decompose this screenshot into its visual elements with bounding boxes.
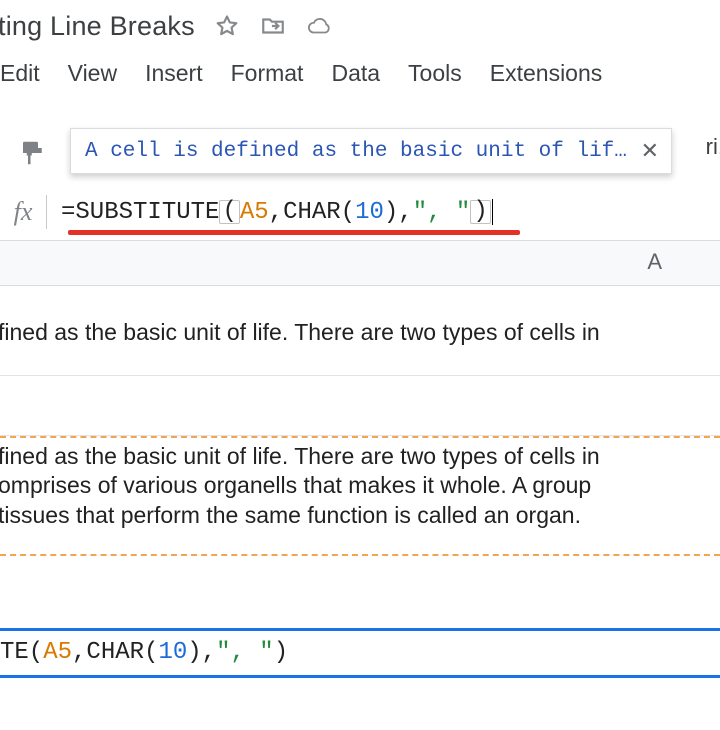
menu-tools[interactable]: Tools: [408, 60, 462, 87]
menu-data[interactable]: Data: [331, 60, 380, 87]
paint-format-icon[interactable]: [18, 138, 50, 170]
fx-label: fx: [0, 197, 46, 227]
cell-a2[interactable]: [0, 376, 720, 436]
preview-text: A cell is defined as the basic unit of l…: [85, 140, 641, 163]
toolbar-overflow-text: ri.: [706, 134, 720, 160]
menu-insert[interactable]: Insert: [145, 60, 203, 87]
menu-view[interactable]: View: [68, 60, 117, 87]
formula-bar: fx =SUBSTITUTE ( A5 , CHAR ( 10 ) , ", "…: [0, 184, 720, 240]
move-to-folder-icon[interactable]: [259, 12, 287, 40]
menu-extensions[interactable]: Extensions: [490, 60, 603, 87]
column-header-a[interactable]: A: [647, 249, 662, 275]
formula-result-preview: A cell is defined as the basic unit of l…: [70, 128, 672, 174]
annotation-underline: [68, 230, 520, 235]
divider: [46, 195, 47, 229]
menu-bar: Edit View Insert Format Data Tools Exten…: [0, 52, 720, 94]
cloud-saved-icon[interactable]: [305, 12, 333, 40]
formula-input[interactable]: =SUBSTITUTE ( A5 , CHAR ( 10 ) , ", " ): [61, 192, 720, 232]
column-header-row: A: [0, 240, 720, 286]
menu-edit[interactable]: Edit: [0, 60, 40, 87]
menu-format[interactable]: Format: [231, 60, 304, 87]
close-icon[interactable]: ✕: [641, 138, 659, 164]
cell-a1[interactable]: fined as the basic unit of life. There a…: [0, 286, 720, 376]
document-title[interactable]: ting Line Breaks: [0, 11, 195, 42]
spreadsheet-grid[interactable]: A fined as the basic unit of life. There…: [0, 240, 720, 678]
cell-a5-editing[interactable]: TE( A5 ,CHAR( 10 ), ", " ): [0, 628, 720, 678]
text-caret: [492, 199, 494, 225]
star-icon[interactable]: [213, 12, 241, 40]
cell-a4[interactable]: [0, 556, 720, 628]
cell-a3[interactable]: fined as the basic unit of life. There a…: [0, 436, 720, 556]
